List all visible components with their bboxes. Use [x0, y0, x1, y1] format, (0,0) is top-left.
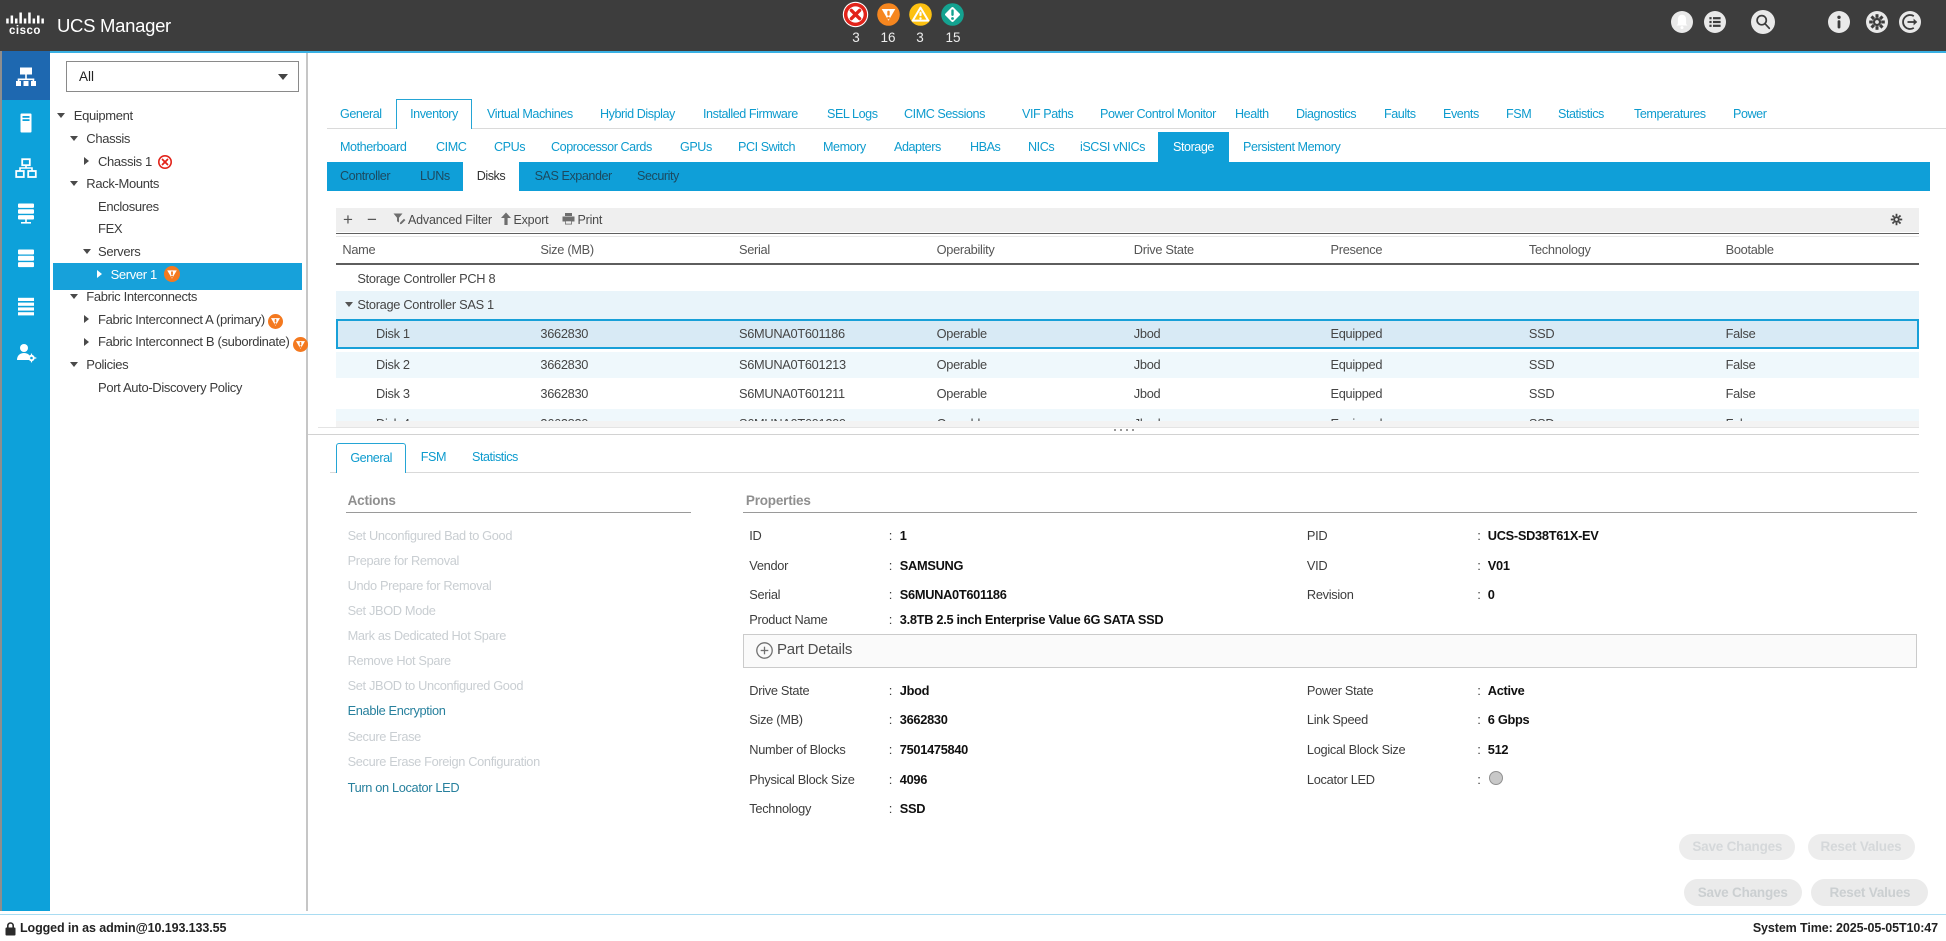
svg-text:cisco: cisco — [9, 25, 41, 36]
